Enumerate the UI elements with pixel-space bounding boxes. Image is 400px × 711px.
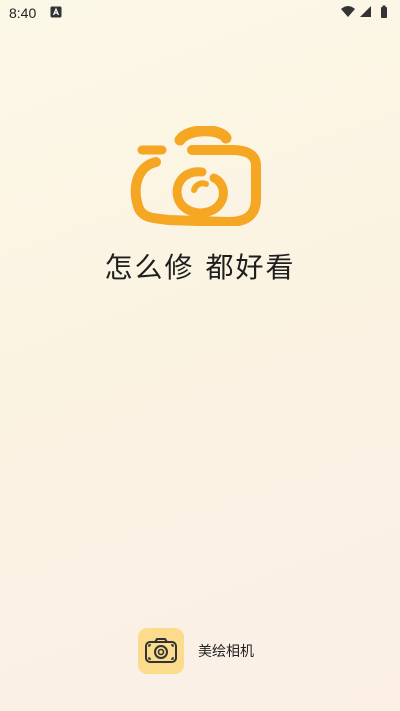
- camera-icon: [145, 638, 177, 663]
- slogan: 怎么修 都好看: [104, 251, 296, 284]
- camera-brush-logo-icon: [130, 126, 261, 226]
- signal-icon: [360, 6, 371, 17]
- app-icon: [138, 628, 184, 674]
- status-icons: [341, 5, 387, 18]
- app-brand: 美绘相机: [138, 628, 254, 674]
- battery-icon: [381, 5, 387, 18]
- status-time: 8:40: [9, 5, 37, 21]
- a-box-icon: [50, 6, 62, 18]
- app-name: 美绘相机: [198, 644, 254, 660]
- wifi-icon: [341, 6, 355, 17]
- status-bar: 8:40: [0, 0, 400, 26]
